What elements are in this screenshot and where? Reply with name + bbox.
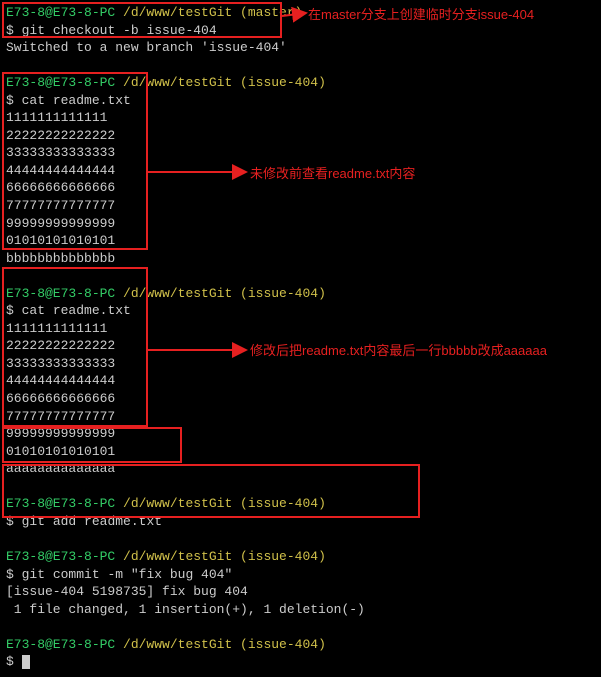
- prompt-path: /d/www/testGit (master): [123, 5, 302, 20]
- prompt-dollar: $: [6, 93, 14, 108]
- terminal-window: E73-8@E73-8-PC /d/www/testGit (master) $…: [0, 0, 601, 677]
- prompt-line: E73-8@E73-8-PC /d/www/testGit (issue-404…: [6, 495, 595, 513]
- output-line: 22222222222222: [6, 127, 595, 145]
- output-line: 33333333333333: [6, 355, 595, 373]
- output-line: 1111111111111: [6, 320, 595, 338]
- blank-line: [6, 57, 595, 75]
- output-line: 77777777777777: [6, 197, 595, 215]
- prompt-path: /d/www/testGit (issue-404): [123, 549, 326, 564]
- prompt-host: E73-8@E73-8-PC: [6, 637, 115, 652]
- command-text: git commit -m "fix bug 404": [22, 567, 233, 582]
- cursor-icon: [22, 655, 30, 669]
- prompt-line: E73-8@E73-8-PC /d/www/testGit (issue-404…: [6, 548, 595, 566]
- command-text: git checkout -b issue-404: [22, 23, 217, 38]
- prompt-host: E73-8@E73-8-PC: [6, 75, 115, 90]
- output-line: Switched to a new branch 'issue-404': [6, 39, 595, 57]
- prompt-dollar: $: [6, 303, 14, 318]
- output-line: 77777777777777: [6, 408, 595, 426]
- output-line: aaaaaaaaaaaaaa: [6, 460, 595, 478]
- output-line: bbbbbbbbbbbbbb: [6, 250, 595, 268]
- prompt-host: E73-8@E73-8-PC: [6, 286, 115, 301]
- prompt-path: /d/www/testGit (issue-404): [123, 637, 326, 652]
- prompt-host: E73-8@E73-8-PC: [6, 5, 115, 20]
- blank-line: [6, 618, 595, 636]
- output-line: 22222222222222: [6, 337, 595, 355]
- prompt-line: E73-8@E73-8-PC /d/www/testGit (issue-404…: [6, 285, 595, 303]
- output-line: 99999999999999: [6, 215, 595, 233]
- prompt-path: /d/www/testGit (issue-404): [123, 75, 326, 90]
- output-line: 33333333333333: [6, 144, 595, 162]
- command-line: $ git commit -m "fix bug 404": [6, 566, 595, 584]
- output-line: [issue-404 5198735] fix bug 404: [6, 583, 595, 601]
- blank-line: [6, 267, 595, 285]
- output-line: 66666666666666: [6, 179, 595, 197]
- output-line: 44444444444444: [6, 162, 595, 180]
- output-line: 66666666666666: [6, 390, 595, 408]
- command-line: $ cat readme.txt: [6, 92, 595, 110]
- output-line: 01010101010101: [6, 232, 595, 250]
- prompt-path: /d/www/testGit (issue-404): [123, 496, 326, 511]
- output-line: 99999999999999: [6, 425, 595, 443]
- prompt-line: E73-8@E73-8-PC /d/www/testGit (issue-404…: [6, 636, 595, 654]
- command-line: $ git checkout -b issue-404: [6, 22, 595, 40]
- prompt-dollar: $: [6, 567, 14, 582]
- prompt-path: /d/www/testGit (issue-404): [123, 286, 326, 301]
- output-line: 01010101010101: [6, 443, 595, 461]
- prompt-dollar: $: [6, 654, 14, 669]
- command-line: $ cat readme.txt: [6, 302, 595, 320]
- command-text: cat readme.txt: [22, 93, 131, 108]
- command-line: $ git add readme.txt: [6, 513, 595, 531]
- command-line[interactable]: $: [6, 653, 595, 671]
- prompt-host: E73-8@E73-8-PC: [6, 549, 115, 564]
- prompt-host: E73-8@E73-8-PC: [6, 496, 115, 511]
- blank-line: [6, 478, 595, 496]
- prompt-line: E73-8@E73-8-PC /d/www/testGit (master): [6, 4, 595, 22]
- output-line: 1 file changed, 1 insertion(+), 1 deleti…: [6, 601, 595, 619]
- prompt-line: E73-8@E73-8-PC /d/www/testGit (issue-404…: [6, 74, 595, 92]
- command-text: git add readme.txt: [22, 514, 162, 529]
- blank-line: [6, 530, 595, 548]
- prompt-dollar: $: [6, 23, 14, 38]
- output-line: 44444444444444: [6, 372, 595, 390]
- prompt-dollar: $: [6, 514, 14, 529]
- output-line: 1111111111111: [6, 109, 595, 127]
- command-text: cat readme.txt: [22, 303, 131, 318]
